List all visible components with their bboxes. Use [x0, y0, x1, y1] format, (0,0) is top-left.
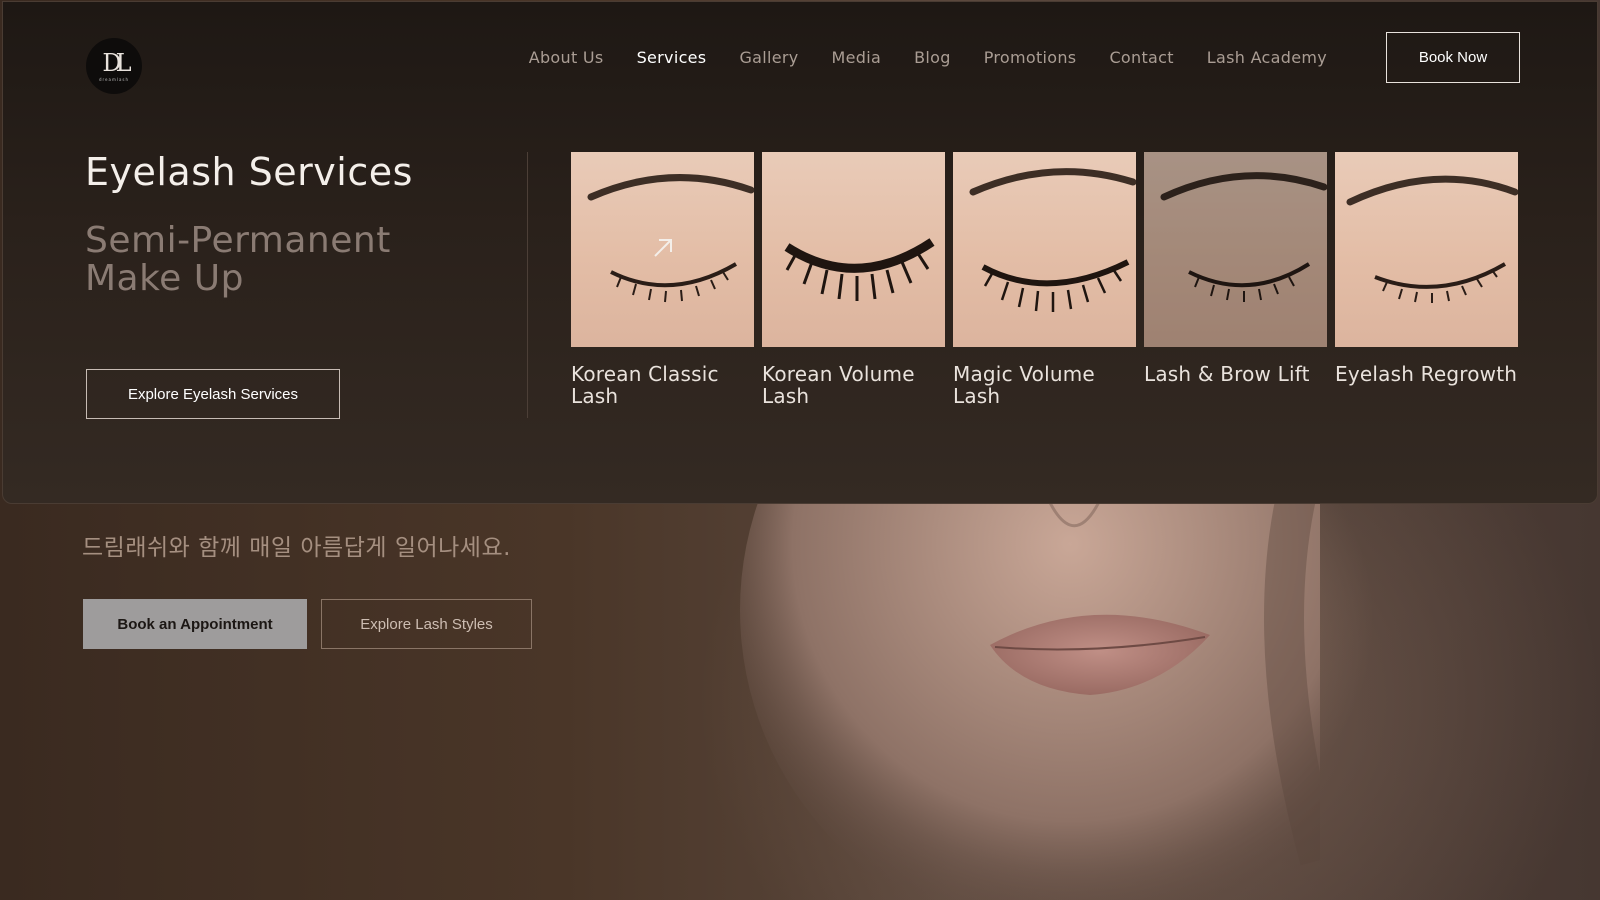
eye-closed-image: [953, 152, 1136, 347]
main-nav: About Us Services Gallery Media Blog Pro…: [496, 48, 1327, 67]
logo-wordmark: dreamlash: [98, 76, 130, 82]
explore-eyelash-services-button[interactable]: Explore Eyelash Services: [86, 369, 340, 419]
explore-lash-styles-button[interactable]: Explore Lash Styles: [321, 599, 532, 649]
nav-lash-academy[interactable]: Lash Academy: [1207, 48, 1327, 67]
eye-closed-image: [1335, 152, 1518, 347]
service-card-lash-brow-lift[interactable]: Lash & Brow Lift: [654, 152, 1327, 407]
service-card-magic-volume[interactable]: Magic Volume Lash: [953, 152, 1136, 407]
menu-title[interactable]: Eyelash Services: [85, 150, 413, 194]
service-card-label: Korean Classic Lash: [571, 362, 719, 408]
nav-services[interactable]: Services: [637, 48, 707, 67]
nav-promotions[interactable]: Promotions: [984, 48, 1077, 67]
arrow-up-right-icon: [654, 239, 672, 257]
service-card-label: Magic Volume Lash: [953, 362, 1095, 408]
nav-gallery[interactable]: Gallery: [739, 48, 798, 67]
nav-contact[interactable]: Contact: [1109, 48, 1173, 67]
eye-closed-image: [1144, 152, 1327, 347]
book-now-button[interactable]: Book Now: [1386, 32, 1520, 83]
service-card-eyelash-regrowth[interactable]: Eyelash Regrowth: [1335, 152, 1518, 407]
service-card-label: Korean Volume Lash: [762, 362, 915, 408]
menu-divider: [527, 152, 528, 418]
service-cards: Korean Classic Lash Korean Volume Lash M…: [571, 152, 1518, 407]
book-appointment-button[interactable]: Book an Appointment: [83, 599, 307, 649]
service-card-korean-volume[interactable]: Korean Volume Lash: [762, 152, 945, 407]
service-card-korean-classic[interactable]: Korean Classic Lash: [571, 152, 754, 407]
logo-mark: DL: [102, 48, 131, 77]
service-card-label: Eyelash Regrowth: [1335, 362, 1518, 386]
hero-face-image: [740, 440, 1320, 900]
hero-tagline: 드림래쉬와 함께 매일 아름답게 일어나세요.: [82, 535, 511, 561]
brand-logo[interactable]: DL dreamlash: [86, 38, 142, 94]
menu-subtitle[interactable]: Semi-Permanent Make Up: [85, 222, 485, 298]
service-card-label: Lash & Brow Lift: [1144, 362, 1310, 386]
services-mega-menu: DL dreamlash About Us Services Gallery M…: [2, 1, 1598, 504]
eye-closed-image: [762, 152, 945, 347]
nav-media[interactable]: Media: [832, 48, 882, 67]
nav-blog[interactable]: Blog: [914, 48, 951, 67]
nav-about-us[interactable]: About Us: [529, 48, 604, 67]
